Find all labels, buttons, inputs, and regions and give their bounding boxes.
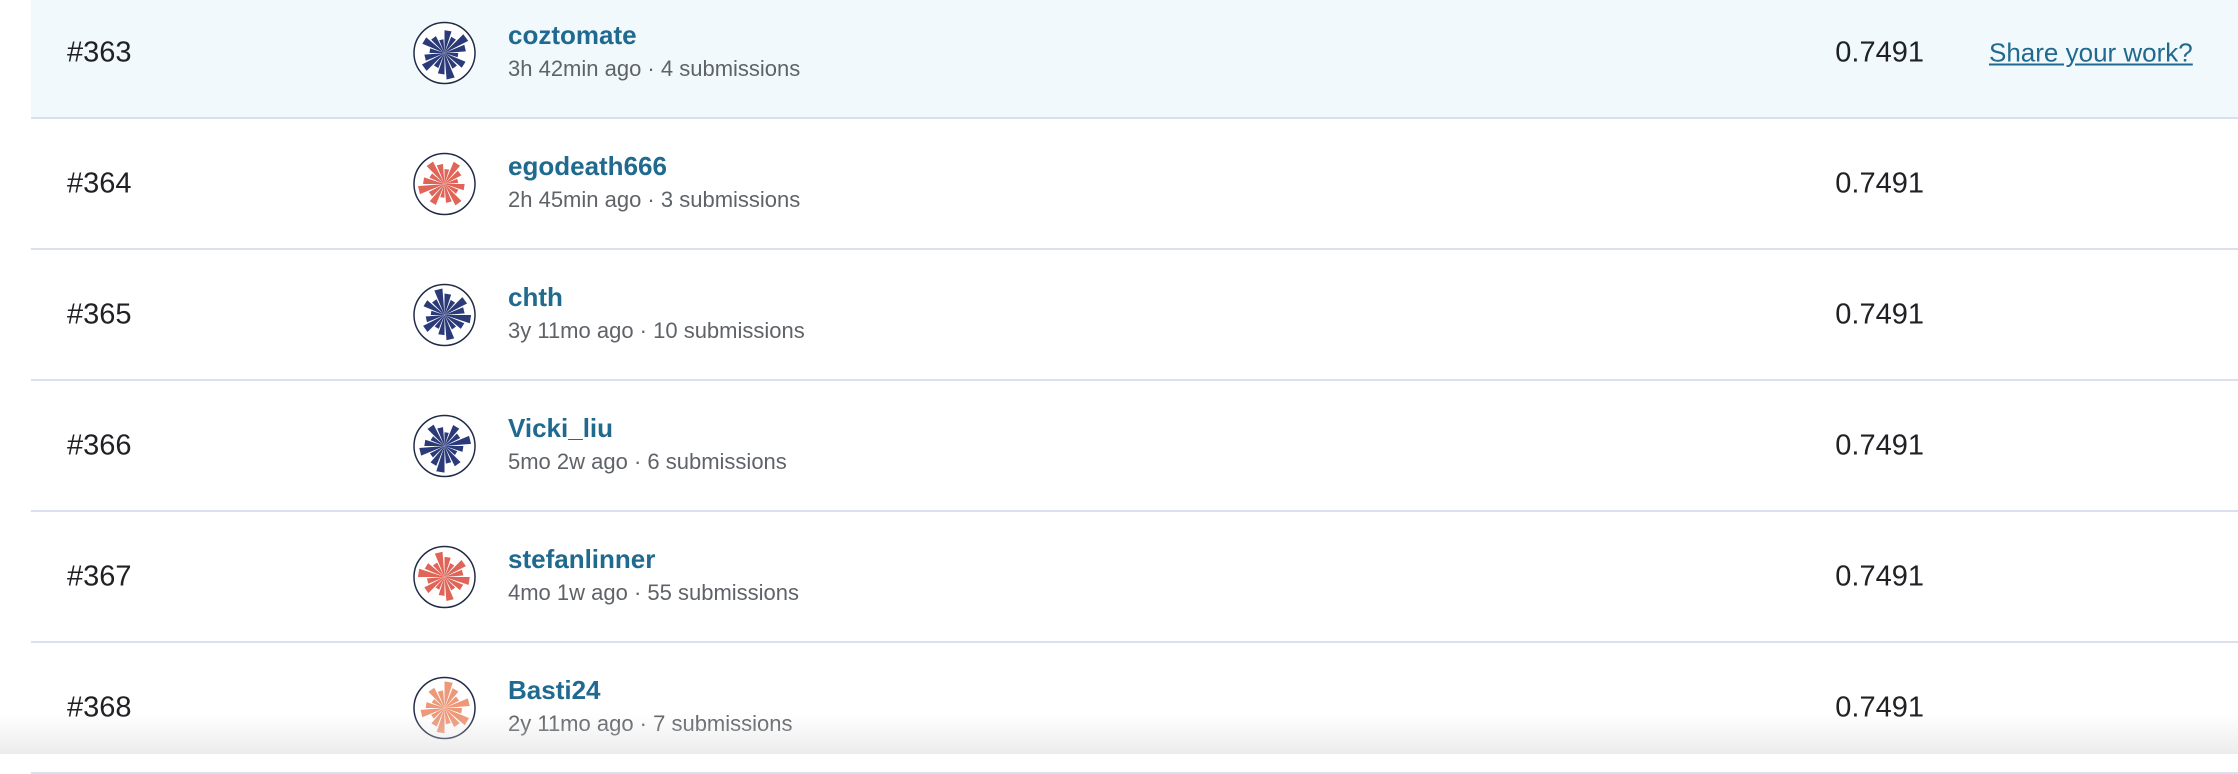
user-name-link[interactable]: stefanlinner bbox=[508, 544, 655, 575]
leaderboard-row: #366 Vicki_liu 5mo 2w ago · 6 submission… bbox=[31, 381, 2238, 512]
user-name-link[interactable]: egodeath666 bbox=[508, 151, 667, 182]
submission-meta: 5mo 2w ago · 6 submissions bbox=[508, 449, 787, 474]
submission-meta: 2y 11mo ago · 7 submissions bbox=[508, 711, 793, 736]
user-avatar[interactable] bbox=[413, 21, 476, 84]
submission-meta: 3h 42min ago · 4 submissions bbox=[508, 56, 801, 81]
score: 0.7491 bbox=[1835, 298, 1924, 330]
leaderboard-row: #364 egodeath666 2h 45min ago · 3 submis… bbox=[31, 119, 2238, 250]
user-avatar[interactable] bbox=[413, 414, 476, 477]
submission-meta: 2h 45min ago · 3 submissions bbox=[508, 187, 801, 212]
leaderboard-row: #368 Basti24 2y 11mo ago · 7 submissions… bbox=[31, 643, 2238, 774]
leaderboard-row: #367 stefanlinner 4mo 1w ago · 55 submis… bbox=[31, 512, 2238, 643]
user-avatar[interactable] bbox=[413, 283, 476, 346]
submission-meta: 4mo 1w ago · 55 submissions bbox=[508, 580, 800, 605]
user-avatar[interactable] bbox=[413, 545, 476, 608]
user-name-link[interactable]: chth bbox=[508, 282, 563, 313]
leaderboard-list: #363 coztomate 3h 42min ago · 4 submissi… bbox=[31, 0, 2238, 774]
user-name-link[interactable]: Vicki_liu bbox=[508, 413, 613, 444]
rank: #365 bbox=[67, 298, 132, 330]
leaderboard-row: #365 chth 3y 11mo ago · 10 submissions 0… bbox=[31, 250, 2238, 381]
submission-meta: 3y 11mo ago · 10 submissions bbox=[508, 318, 805, 343]
user-avatar[interactable] bbox=[413, 152, 476, 215]
rank: #368 bbox=[67, 691, 132, 723]
rank: #366 bbox=[67, 429, 132, 461]
rank: #363 bbox=[67, 36, 132, 68]
rank: #364 bbox=[67, 167, 132, 199]
user-name-link[interactable]: Basti24 bbox=[508, 675, 601, 706]
rank: #367 bbox=[67, 560, 132, 592]
share-your-work-link[interactable]: Share your work? bbox=[1989, 37, 2193, 68]
score: 0.7491 bbox=[1835, 560, 1924, 592]
leaderboard-row: #363 coztomate 3h 42min ago · 4 submissi… bbox=[31, 0, 2238, 119]
score: 0.7491 bbox=[1835, 167, 1924, 199]
score: 0.7491 bbox=[1835, 691, 1924, 723]
user-avatar[interactable] bbox=[413, 676, 476, 739]
score: 0.7491 bbox=[1835, 429, 1924, 461]
user-name-link[interactable]: coztomate bbox=[508, 20, 637, 51]
score: 0.7491 bbox=[1835, 36, 1924, 68]
